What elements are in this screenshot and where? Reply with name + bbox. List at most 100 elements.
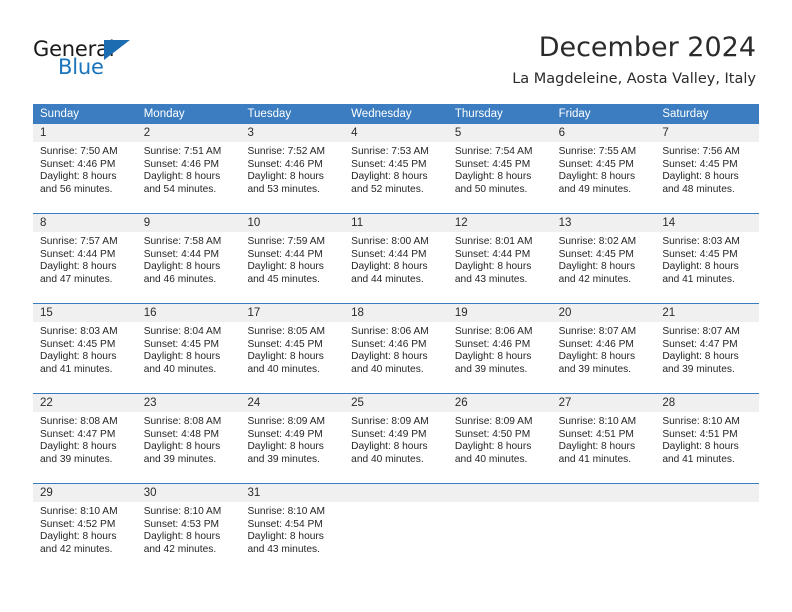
sunrise-text: Sunrise: 8:10 AM: [558, 416, 637, 427]
daylight-text-line2: and 39 minutes.: [454, 363, 528, 375]
day-cell: Sunrise: 8:07 AM Sunset: 4:46 PM Dayligh…: [552, 322, 656, 393]
day-cell: Sunrise: 7:54 AM Sunset: 4:45 PM Dayligh…: [448, 142, 552, 213]
day-number[interactable]: 30: [137, 484, 241, 502]
week-detail-row: Sunrise: 8:03 AM Sunset: 4:45 PM Dayligh…: [33, 322, 759, 393]
day-number[interactable]: 18: [344, 304, 448, 322]
daylight-text-line1: Daylight: 8 hours: [662, 171, 739, 183]
day-cell: Sunrise: 8:03 AM Sunset: 4:45 PM Dayligh…: [33, 322, 137, 393]
day-number[interactable]: 8: [33, 214, 137, 232]
day-number-empty: [552, 484, 656, 502]
week-daynumber-row: 15 16 17 18 19 20 21: [33, 304, 759, 322]
sunset-text: Sunset: 4:45 PM: [143, 338, 220, 350]
daylight-text-line2: and 39 minutes.: [40, 453, 113, 465]
daylight-text-line2: and 45 minutes.: [247, 273, 320, 285]
daylight-text-line1: Daylight: 8 hours: [143, 531, 221, 543]
day-number[interactable]: 31: [240, 484, 344, 502]
sunrise-text: Sunrise: 8:01 AM: [454, 236, 533, 247]
day-number[interactable]: 22: [33, 394, 137, 412]
sunrise-text: Sunrise: 8:10 AM: [247, 506, 326, 517]
daylight-text-line2: and 39 minutes.: [558, 363, 632, 375]
sunrise-text: Sunrise: 7:51 AM: [143, 146, 222, 157]
day-number[interactable]: 20: [552, 304, 656, 322]
day-number[interactable]: 5: [448, 124, 552, 142]
title-block: December 2024 La Magdeleine, Aosta Valle…: [512, 32, 756, 89]
daylight-text-line2: and 43 minutes.: [247, 543, 320, 555]
day-number[interactable]: 13: [552, 214, 656, 232]
sunset-text: Sunset: 4:46 PM: [558, 338, 634, 350]
day-number[interactable]: 11: [344, 214, 448, 232]
day-cell-empty: [655, 502, 759, 573]
day-cell-empty: [448, 502, 552, 573]
sunset-text: Sunset: 4:50 PM: [454, 428, 531, 440]
daylight-text-line1: Daylight: 8 hours: [247, 531, 324, 543]
daylight-text-line2: and 41 minutes.: [662, 453, 735, 465]
sunrise-text: Sunrise: 7:53 AM: [351, 146, 429, 157]
day-number[interactable]: 10: [240, 214, 344, 232]
day-number[interactable]: 25: [344, 394, 448, 412]
week-daynumber-row: 22 23 24 25 26 27 28: [33, 394, 759, 412]
day-number[interactable]: 9: [137, 214, 241, 232]
day-number[interactable]: 3: [240, 124, 344, 142]
daylight-text-line2: and 53 minutes.: [247, 183, 320, 195]
sunrise-text: Sunrise: 8:08 AM: [143, 416, 222, 427]
day-number[interactable]: 27: [552, 394, 656, 412]
day-number[interactable]: 21: [655, 304, 759, 322]
daylight-text-line1: Daylight: 8 hours: [454, 261, 532, 273]
sunrise-text: Sunrise: 7:55 AM: [558, 146, 637, 157]
daylight-text-line2: and 49 minutes.: [558, 183, 632, 195]
day-cell: Sunrise: 8:10 AM Sunset: 4:51 PM Dayligh…: [552, 412, 656, 483]
day-number[interactable]: 2: [137, 124, 241, 142]
sunrise-text: Sunrise: 8:09 AM: [351, 416, 429, 427]
sunrise-text: Sunrise: 8:07 AM: [662, 326, 740, 337]
daylight-text-line2: and 39 minutes.: [662, 363, 735, 375]
day-number[interactable]: 14: [655, 214, 759, 232]
sunrise-text: Sunrise: 8:07 AM: [558, 326, 637, 337]
sunset-text: Sunset: 4:51 PM: [558, 428, 634, 440]
sunset-text: Sunset: 4:47 PM: [662, 338, 738, 350]
daylight-text-line2: and 40 minutes.: [454, 453, 528, 465]
sunset-text: Sunset: 4:44 PM: [40, 248, 116, 260]
day-cell: Sunrise: 7:59 AM Sunset: 4:44 PM Dayligh…: [240, 232, 344, 303]
day-number[interactable]: 16: [137, 304, 241, 322]
sunrise-text: Sunrise: 8:06 AM: [351, 326, 429, 337]
daylight-text-line2: and 44 minutes.: [351, 273, 424, 285]
sunrise-text: Sunrise: 7:50 AM: [40, 146, 118, 157]
day-number[interactable]: 4: [344, 124, 448, 142]
sunrise-text: Sunrise: 8:03 AM: [662, 236, 740, 247]
sunrise-text: Sunrise: 8:08 AM: [40, 416, 118, 427]
page-title: December 2024: [538, 32, 756, 63]
day-number[interactable]: 17: [240, 304, 344, 322]
sunrise-text: Sunrise: 8:10 AM: [143, 506, 222, 517]
day-number[interactable]: 26: [448, 394, 552, 412]
day-number[interactable]: 12: [448, 214, 552, 232]
daylight-text-line1: Daylight: 8 hours: [40, 261, 117, 273]
sunrise-text: Sunrise: 8:09 AM: [247, 416, 326, 427]
day-number[interactable]: 29: [33, 484, 137, 502]
weekday-header-monday: Monday: [143, 108, 185, 120]
day-number[interactable]: 6: [552, 124, 656, 142]
day-cell: Sunrise: 8:02 AM Sunset: 4:45 PM Dayligh…: [552, 232, 656, 303]
sunrise-text: Sunrise: 7:56 AM: [662, 146, 740, 157]
sunset-text: Sunset: 4:46 PM: [454, 338, 531, 350]
week-daynumber-row: 1 2 3 4 5 6 7: [33, 124, 759, 142]
sunrise-text: Sunrise: 8:05 AM: [247, 326, 326, 337]
day-number[interactable]: 1: [33, 124, 137, 142]
daylight-text-line2: and 48 minutes.: [662, 183, 735, 195]
sunset-text: Sunset: 4:49 PM: [351, 428, 427, 440]
sunset-text: Sunset: 4:51 PM: [662, 428, 738, 440]
calendar-week-row: 29 30 31 Sunrise: 8:10 AM Sunset: 4:52 P…: [33, 483, 759, 573]
weekday-header-thursday: Thursday: [454, 108, 503, 120]
day-cell: Sunrise: 8:09 AM Sunset: 4:49 PM Dayligh…: [344, 412, 448, 483]
day-number[interactable]: 28: [655, 394, 759, 412]
day-number[interactable]: 23: [137, 394, 241, 412]
logo-triangle-icon: [104, 40, 130, 60]
day-cell: Sunrise: 7:51 AM Sunset: 4:46 PM Dayligh…: [137, 142, 241, 213]
day-cell: Sunrise: 8:07 AM Sunset: 4:47 PM Dayligh…: [655, 322, 759, 393]
day-number[interactable]: 19: [448, 304, 552, 322]
daylight-text-line1: Daylight: 8 hours: [662, 261, 739, 273]
day-number[interactable]: 24: [240, 394, 344, 412]
daylight-text-line1: Daylight: 8 hours: [143, 261, 221, 273]
daylight-text-line2: and 43 minutes.: [454, 273, 528, 285]
day-number[interactable]: 15: [33, 304, 137, 322]
day-number[interactable]: 7: [655, 124, 759, 142]
